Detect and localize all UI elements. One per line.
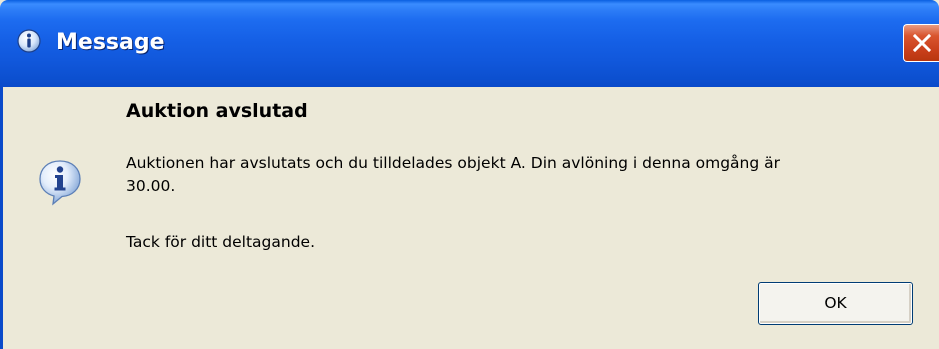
message-dialog: Message Auktion avslutad Auktionen har a… <box>0 0 939 349</box>
window-title: Message <box>56 30 165 55</box>
message-heading: Auktion avslutad <box>126 100 308 122</box>
window-frame-left <box>0 87 3 349</box>
message-body-line: 30.00. <box>126 177 176 195</box>
message-body-line: Auktionen har avslutats och du tilldelad… <box>126 154 780 172</box>
info-title-icon <box>16 29 42 55</box>
close-button[interactable] <box>903 24 939 62</box>
title-bar[interactable]: Message <box>0 0 939 87</box>
message-thanks: Tack för ditt deltagande. <box>126 233 316 251</box>
message-body: Auktionen har avslutats och du tilldelad… <box>126 152 926 198</box>
information-icon <box>36 158 84 206</box>
ok-button[interactable]: OK <box>758 282 913 325</box>
close-icon <box>913 34 931 52</box>
